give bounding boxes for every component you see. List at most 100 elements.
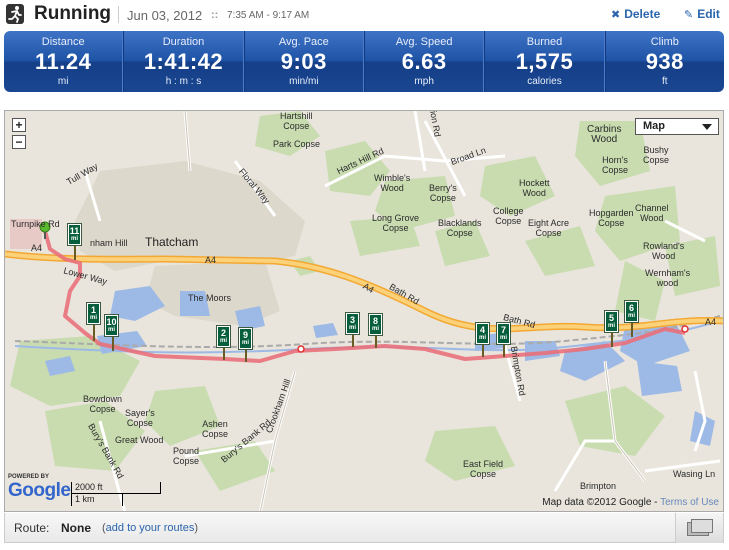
- mile-unit: mi: [89, 315, 97, 321]
- mile-marker-6[interactable]: 6 mi: [625, 301, 638, 322]
- scale-km: 1 km: [71, 494, 123, 506]
- map-label-pound: Pound Copse: [173, 446, 200, 466]
- activity-date: Jun 03, 2012: [127, 8, 203, 23]
- map-label-berrys-copse: Berry's Copse: [429, 183, 457, 203]
- mile-marker-11[interactable]: 11 mi: [68, 224, 81, 245]
- map-data-text: Map data ©2012 Google -: [542, 497, 661, 508]
- terms-of-use-link[interactable]: Terms of Use: [660, 497, 719, 508]
- stat-burned: Burned 1,575 calories: [484, 31, 605, 92]
- mile-marker-9[interactable]: 9 mi: [239, 328, 252, 349]
- map-label-a4-mid: A4: [205, 255, 217, 265]
- map-type-value: Map: [643, 120, 665, 132]
- mile-number: 10: [106, 317, 117, 327]
- map-label-east-field: East Field Copse: [463, 459, 504, 479]
- stat-duration: Duration 1:41:42 h : m : s: [123, 31, 244, 92]
- map-label-a4-east: A4: [705, 317, 717, 327]
- stat-label: Climb: [650, 36, 679, 48]
- mile-number: 11: [69, 226, 80, 236]
- mile-marker-stem: [503, 345, 505, 357]
- stat-value: 1,575: [515, 49, 574, 74]
- zoom-in-button[interactable]: +: [12, 118, 26, 132]
- mile-unit: mi: [348, 325, 356, 331]
- stat-label: Avg. Speed: [395, 36, 453, 48]
- chevron-down-icon: [702, 124, 712, 130]
- activity-header: Running Jun 03, 2012 :: 7:35 AM - 9:17 A…: [0, 0, 729, 30]
- date-separator: ::: [211, 9, 219, 21]
- x-icon: ✖: [611, 9, 621, 21]
- pencil-icon: ✎: [684, 9, 694, 21]
- map-label-great-wood: Great Wood: [115, 435, 164, 445]
- delete-button[interactable]: ✖ Delete: [611, 7, 660, 21]
- mile-number: 3: [349, 315, 355, 325]
- map-label-ashen: Ashen Copse: [202, 419, 229, 439]
- mile-marker-3[interactable]: 3 mi: [346, 313, 359, 334]
- stat-climb: Climb 938 ft: [604, 31, 724, 92]
- mile-number: 1: [90, 305, 96, 315]
- google-logo-text: Google: [8, 480, 71, 501]
- map-label-carbins-wood: Carbins Wood: [587, 124, 622, 145]
- map-label-park-copse: Park Copse: [273, 139, 321, 149]
- stat-unit: min/mi: [289, 76, 319, 87]
- stat-avg-speed: Avg. Speed 6.63 mph: [363, 31, 485, 92]
- map-label-channel-wood: Channel Wood: [635, 203, 669, 223]
- mile-unit: mi: [70, 236, 78, 242]
- map-label-college-copse: College Copse: [493, 206, 524, 226]
- stat-unit: ft: [662, 76, 668, 87]
- stat-label: Avg. Pace: [278, 36, 329, 48]
- header-divider: [118, 6, 119, 23]
- delete-label: Delete: [624, 7, 661, 21]
- mile-marker-7[interactable]: 7 mi: [497, 323, 510, 344]
- mile-marker-stem: [611, 333, 613, 347]
- map-label-hopgarden: Hopgarden Copse: [589, 208, 634, 228]
- mile-marker-stem: [352, 335, 354, 347]
- mile-marker-1[interactable]: 1 mi: [87, 303, 100, 324]
- map-label-turnpike-rd: Turnpike Rd: [11, 219, 60, 229]
- route-value: None: [61, 521, 91, 535]
- mile-unit: mi: [219, 338, 227, 344]
- map-type-select[interactable]: Map: [635, 118, 719, 135]
- mile-unit: mi: [241, 340, 249, 346]
- mile-unit: mi: [499, 335, 507, 341]
- mile-marker-stem: [93, 325, 95, 341]
- mile-marker-stem: [112, 337, 114, 351]
- map-label-bushy-copse: Bushy Copse: [643, 145, 670, 165]
- map-label-rowlands-wood: Rowland's Wood: [643, 241, 685, 261]
- edit-label: Edit: [697, 7, 720, 21]
- mile-marker-5[interactable]: 5 mi: [605, 311, 618, 332]
- zoom-out-button[interactable]: −: [12, 135, 26, 149]
- mile-marker-10[interactable]: 10 mi: [105, 315, 118, 336]
- mile-unit: mi: [371, 326, 379, 332]
- google-wordmark: Google: [8, 480, 71, 502]
- map-label-horns-copse: Horn's Copse: [602, 155, 629, 175]
- mile-marker-stem: [245, 350, 247, 362]
- mile-marker-stem: [482, 345, 484, 357]
- add-to-routes-link[interactable]: add to your routes: [106, 522, 195, 534]
- mile-unit: mi: [478, 335, 486, 341]
- paren-close: ): [194, 522, 199, 534]
- mile-number: 2: [220, 328, 226, 338]
- activity-time-range: 7:35 AM - 9:17 AM: [227, 10, 310, 21]
- mile-marker-4[interactable]: 4 mi: [476, 323, 489, 344]
- stat-unit: mi: [57, 76, 69, 87]
- stat-label: Burned: [526, 36, 563, 48]
- mile-number: 4: [479, 325, 485, 335]
- mile-number: 6: [628, 303, 634, 313]
- google-logo: POWERED BY Google: [8, 474, 71, 502]
- map-label-long-grove: Long Grove Copse: [372, 213, 420, 233]
- stat-unit: mph: [414, 76, 434, 87]
- stat-label: Duration: [162, 36, 205, 48]
- mile-number: 9: [242, 330, 248, 340]
- route-map[interactable]: Tull Way Turnpike Rd A4 nham Hill Lower …: [4, 110, 724, 512]
- mile-marker-stem: [223, 348, 225, 360]
- map-label-hartshill: Hartshill Copse: [280, 111, 313, 131]
- edit-button[interactable]: ✎ Edit: [684, 7, 720, 21]
- mile-marker-stem: [375, 336, 377, 348]
- fullscreen-icon-front: [691, 519, 713, 533]
- mile-marker-2[interactable]: 2 mi: [217, 326, 230, 347]
- map-label-blacklands: Blacklands Copse: [438, 218, 482, 238]
- activity-title: Running: [34, 3, 112, 24]
- map-attribution: Map data ©2012 Google - Terms of Use: [542, 497, 719, 508]
- mile-marker-8[interactable]: 8 mi: [369, 314, 382, 335]
- fullscreen-button[interactable]: [675, 513, 723, 543]
- stat-distance: Distance 11.24 mi: [4, 31, 124, 92]
